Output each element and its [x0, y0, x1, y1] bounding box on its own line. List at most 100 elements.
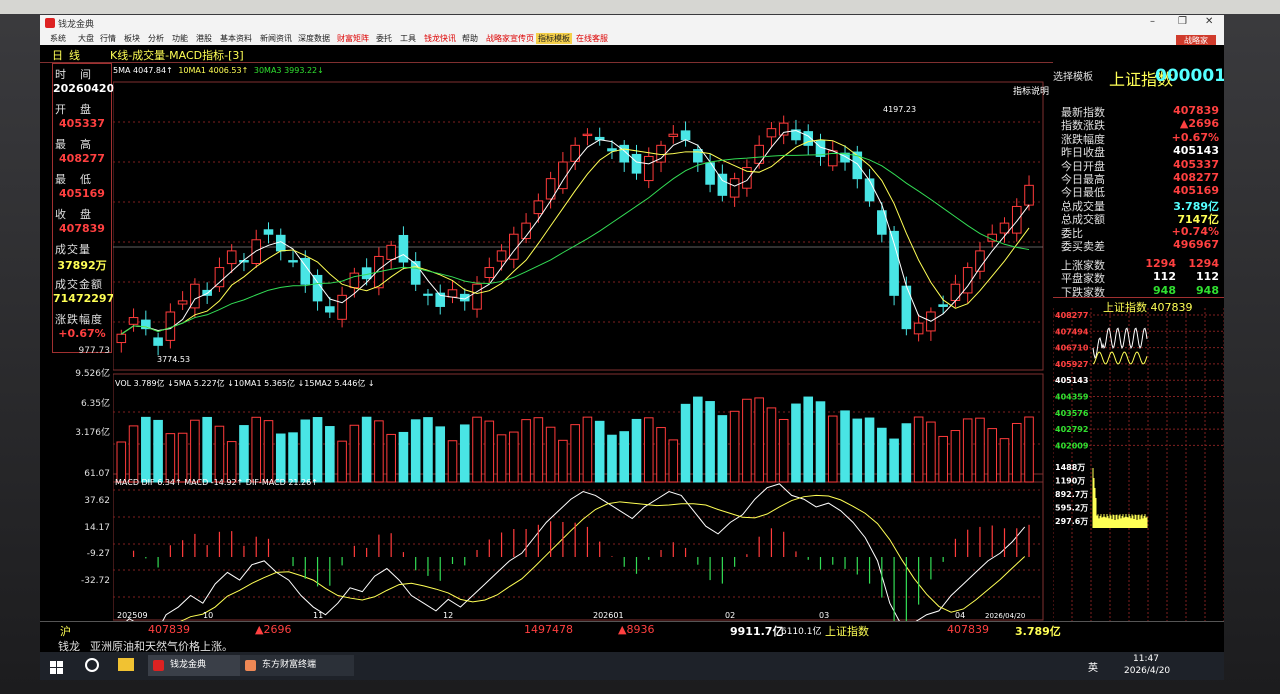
clock-time: 11:47: [1133, 654, 1159, 664]
volume-bar: [141, 416, 151, 483]
volume-bar: [349, 424, 360, 483]
volume-bar: [791, 403, 801, 483]
date-box: 2026/04/20: [985, 612, 1025, 620]
close-icon[interactable]: ✕: [1205, 16, 1213, 27]
candle: [496, 250, 507, 262]
vol-axis-0: 9.526亿: [75, 369, 110, 379]
volume-bar: [729, 410, 740, 483]
volume-bar: [398, 431, 409, 483]
candle: [325, 306, 335, 313]
info-value-1: 405337: [59, 117, 105, 130]
volume-bar: [754, 397, 764, 483]
maximize-icon[interactable]: ❐: [1178, 16, 1187, 27]
menu-item-9[interactable]: 深度数据: [298, 33, 330, 44]
mini-axis-7: 402792: [1055, 425, 1088, 434]
menu-item-7[interactable]: 基本资料: [220, 33, 252, 44]
menu-item-5[interactable]: 功能: [172, 33, 188, 44]
volume-bar: [153, 419, 163, 483]
taskbar-app-eastmoney[interactable]: 东方财富终端: [240, 655, 354, 676]
volume-bar: [852, 418, 863, 483]
volume-bar: [619, 431, 630, 483]
volume-bar: [251, 416, 262, 483]
candle: [533, 200, 544, 215]
chart-tab-row: 日线 K线-成交量-MACD指标-[3]: [40, 45, 1224, 63]
menu-item-6[interactable]: 港股: [196, 33, 212, 44]
info-label-1: 开盘: [55, 103, 105, 116]
menu-item-0[interactable]: 系统: [50, 33, 66, 44]
volume-bar: [570, 424, 580, 483]
candle: [349, 272, 360, 289]
menu-item-15[interactable]: 战略家宣传页: [486, 33, 534, 44]
indicator-note-link[interactable]: 指标说明: [1013, 84, 1049, 97]
menu-item-14[interactable]: 帮助: [462, 33, 478, 44]
menu-item-13[interactable]: 钱龙快讯: [424, 33, 456, 44]
quote-key-10: 委买卖差: [1061, 240, 1105, 253]
menu-item-10[interactable]: 财富矩阵: [337, 33, 369, 44]
volume-bar: [901, 423, 912, 483]
news-ticker[interactable]: 钱龙 亚洲原油和天然气价格上涨。: [40, 637, 1224, 653]
mini-axis-6: 403576: [1055, 409, 1089, 418]
volume-bar: [312, 417, 323, 483]
volume-bar: [656, 427, 666, 483]
kline-chart[interactable]: 4197.23 3774.53 VOL 3.789亿 ↓5MA 5.227亿 ↓10…: [113, 62, 1113, 622]
x-tick-3: 12: [443, 611, 453, 620]
menu-item-12[interactable]: 工具: [400, 33, 416, 44]
period-label[interactable]: 日线: [52, 47, 86, 63]
bottom-change: ▲2696: [255, 623, 292, 636]
candle: [631, 153, 642, 174]
info-label-6: 成交金额: [55, 278, 103, 291]
dif-line: [124, 483, 1026, 622]
photo-frame: 钱龙金典 – ❐ ✕ 系统 大盘 行情 板块 分析 功能 港股 基本资料 新闻资讯 深度数据 财富矩…: [0, 0, 1280, 694]
volume-bar: [239, 425, 249, 483]
browser-icon[interactable]: [85, 658, 99, 672]
candle: [668, 133, 679, 137]
menu-item-2[interactable]: 行情: [100, 33, 116, 44]
volume-bar: [275, 433, 286, 483]
window-titlebar: 钱龙金典 – ❐ ✕: [40, 15, 1224, 31]
x-tick-5: 02: [725, 611, 735, 620]
macd-header: MACD DIF 6.34↑ MACD -14.92↑ DIF-MACD 21.…: [115, 478, 318, 487]
x-tick-0: 202509: [117, 611, 148, 620]
vol-axis-top: 977.73: [78, 346, 111, 356]
candle: [153, 337, 163, 346]
app-logo-icon: [45, 18, 55, 28]
candle: [226, 250, 237, 265]
volume-bar: [190, 419, 200, 483]
clock-date: 2026/4/20: [1124, 666, 1171, 676]
taskbar-app-qianlong[interactable]: 钱龙金典: [148, 655, 252, 676]
volume-bar: [410, 419, 421, 483]
menu-item-11[interactable]: 委托: [376, 33, 392, 44]
quote-value-4: 405337: [1173, 157, 1219, 171]
candle: [754, 144, 764, 164]
menu-item-4[interactable]: 分析: [148, 33, 164, 44]
x-tick-6: 03: [819, 611, 829, 620]
candle: [312, 274, 323, 302]
folder-icon[interactable]: [118, 658, 134, 671]
intraday-mini-chart[interactable]: 408277 407494 406710 405927 405143 404359 4035…: [1053, 298, 1224, 628]
minimize-icon[interactable]: –: [1150, 16, 1155, 27]
menu-item-1[interactable]: 大盘: [78, 33, 94, 44]
candle: [361, 267, 372, 280]
volume-bar: [1024, 416, 1034, 483]
menu-item-16[interactable]: 指标模板: [536, 33, 572, 44]
candle: [864, 178, 875, 202]
menu-item-17[interactable]: 在线客服: [576, 33, 608, 44]
volume-bar: [864, 417, 875, 483]
ime-label[interactable]: 英: [1088, 659, 1098, 674]
bottom-index: 407839: [148, 623, 190, 636]
quote-value-1: ▲2696: [1179, 117, 1219, 131]
info-label-5: 成交量: [55, 243, 91, 256]
select-template-button[interactable]: 选择模板: [1053, 68, 1093, 83]
menu-item-8[interactable]: 新闻资讯: [260, 33, 292, 44]
volume-bar: [607, 434, 617, 483]
chart-title: K线-成交量-MACD指标-[3]: [110, 49, 244, 62]
volume-bar: [521, 419, 531, 483]
window-title: 钱龙金典: [58, 20, 95, 30]
volume-bar: [177, 432, 188, 483]
info-value-2: 408277: [59, 152, 105, 165]
volume-bar: [361, 416, 372, 483]
candle: [1011, 205, 1022, 234]
menu-item-3[interactable]: 板块: [124, 33, 140, 44]
start-icon[interactable]: [50, 659, 63, 674]
volume-bar: [742, 398, 752, 483]
